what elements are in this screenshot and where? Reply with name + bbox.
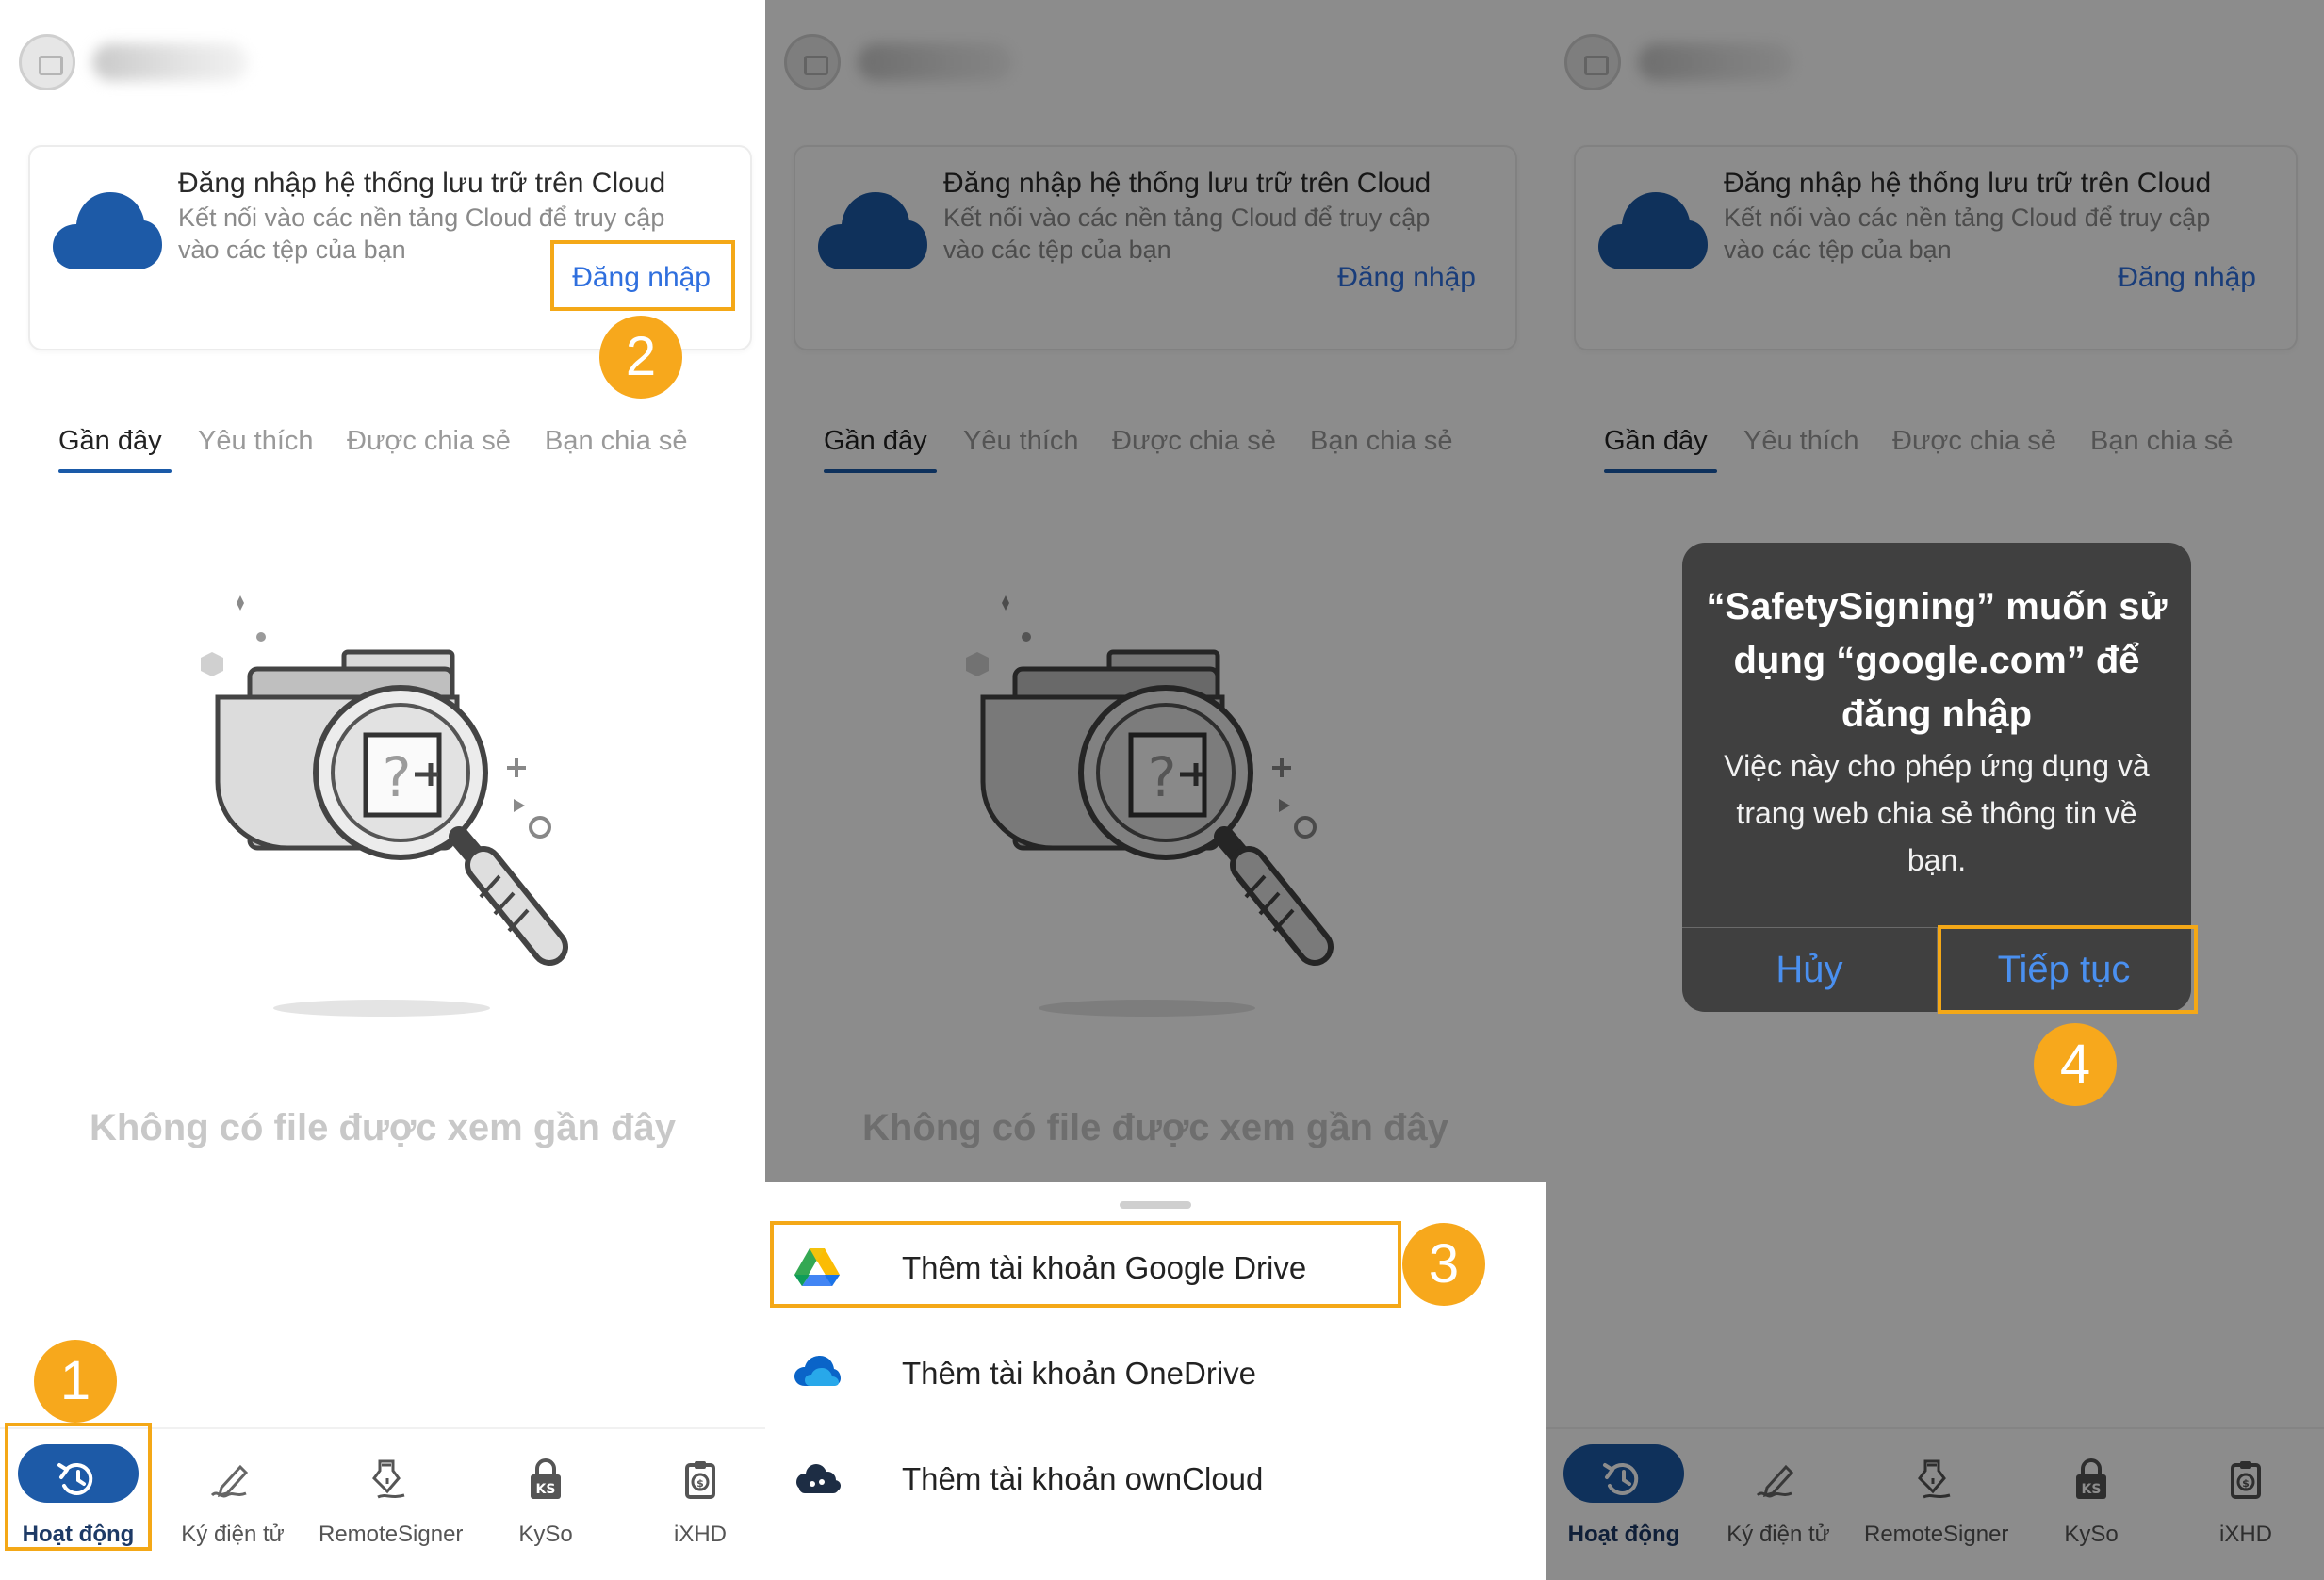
tab-shared-with-me[interactable]: Được chia sẻ bbox=[1112, 426, 1276, 457]
remote-sign-icon bbox=[1910, 1458, 1959, 1501]
tab-active-indicator bbox=[824, 469, 937, 473]
alert-message: Việc này cho phép ứng dụng và trang web … bbox=[1724, 749, 2150, 877]
invoice-icon bbox=[2221, 1458, 2270, 1501]
bottom-navigation: Hoạt động Ký điện tử RemoteSigner KySo i… bbox=[1546, 1427, 2324, 1580]
cloud-login-button[interactable]: Đăng nhập bbox=[2118, 262, 2256, 294]
nav-label: KySo bbox=[2064, 1522, 2119, 1547]
panel-step-3: Đăng nhập hệ thống lưu trữ trên Cloud Kế… bbox=[765, 0, 1546, 1580]
remote-sign-icon bbox=[365, 1458, 414, 1501]
tab-recent[interactable]: Gần đây bbox=[1604, 426, 1708, 457]
sheet-drag-handle[interactable] bbox=[1120, 1201, 1191, 1209]
blurred-username bbox=[1638, 43, 1793, 81]
cloud-card-title: Đăng nhập hệ thống lưu trữ trên Cloud bbox=[178, 168, 666, 199]
nav-label: iXHD bbox=[2218, 1522, 2272, 1547]
tab-recent[interactable]: Gần đây bbox=[824, 426, 927, 457]
nav-kyso[interactable]: KySo bbox=[475, 1429, 616, 1580]
nav-remote-signer[interactable]: RemoteSigner bbox=[1864, 1429, 2009, 1580]
sheet-item-label: Thêm tài khoản OneDrive bbox=[902, 1356, 1257, 1391]
alert-title: “SafetySigning” muốn sử dụng “google.com… bbox=[1706, 586, 2168, 735]
nav-hoat-dong[interactable]: Hoạt động bbox=[1553, 1429, 1694, 1580]
alert-cancel-button[interactable]: Hủy bbox=[1682, 927, 1937, 1012]
tab-shared-with-me[interactable]: Được chia sẻ bbox=[1892, 426, 2056, 457]
cloud-login-button[interactable]: Đăng nhập bbox=[572, 262, 711, 294]
cloud-icon bbox=[816, 187, 929, 275]
tab-active-indicator bbox=[58, 469, 172, 473]
blurred-username bbox=[92, 43, 248, 81]
onedrive-icon bbox=[794, 1352, 841, 1393]
signature-pen-icon bbox=[1754, 1458, 1803, 1501]
avatar[interactable] bbox=[19, 34, 75, 90]
add-owncloud-item[interactable]: Thêm tài khoản ownCloud bbox=[765, 1433, 1546, 1527]
cloud-card-description: Kết nối vào các nền tảng Cloud để truy c… bbox=[943, 204, 1431, 264]
cloud-login-card: Đăng nhập hệ thống lưu trữ trên Cloud Kế… bbox=[794, 145, 1517, 350]
empty-state-message: Không có file được xem gần đây bbox=[862, 1107, 1448, 1148]
nav-kyso[interactable]: KySo bbox=[2021, 1429, 2162, 1580]
cloud-icon bbox=[51, 187, 164, 275]
nav-label: Ký điện tử bbox=[181, 1522, 285, 1547]
panel-step-4: Đăng nhập hệ thống lưu trữ trên Cloud Kế… bbox=[1546, 0, 2324, 1580]
nav-ky-dien-tu[interactable]: Ký điện tử bbox=[162, 1429, 303, 1580]
step-badge-2: 2 bbox=[599, 316, 682, 399]
file-tabs: Gần đây Yêu thích Được chia sẻ Bạn chia … bbox=[28, 426, 763, 479]
nav-label: iXHD bbox=[673, 1522, 727, 1547]
avatar[interactable] bbox=[784, 34, 841, 90]
nav-label: RemoteSigner bbox=[1864, 1522, 2009, 1547]
signature-pen-icon bbox=[208, 1458, 257, 1501]
cloud-card-description: Kết nối vào các nền tảng Cloud để truy c… bbox=[178, 204, 665, 264]
history-icon bbox=[54, 1458, 103, 1501]
add-onedrive-item[interactable]: Thêm tài khoản OneDrive bbox=[765, 1328, 1546, 1422]
nav-label: Hoạt động bbox=[22, 1522, 135, 1547]
nav-remote-signer[interactable]: RemoteSigner bbox=[319, 1429, 464, 1580]
avatar[interactable] bbox=[1564, 34, 1621, 90]
nav-hoat-dong[interactable]: Hoạt động bbox=[8, 1429, 149, 1580]
nav-label: Ký điện tử bbox=[1727, 1522, 1830, 1547]
tab-recent[interactable]: Gần đây bbox=[58, 426, 162, 457]
empty-state-message: Không có file được xem gần đây bbox=[90, 1107, 676, 1148]
panel-step-1-2: Đăng nhập hệ thống lưu trữ trên Cloud Kế… bbox=[0, 0, 765, 1580]
step-badge-3: 3 bbox=[1402, 1223, 1485, 1306]
nav-label: KySo bbox=[518, 1522, 573, 1547]
ks-lock-icon bbox=[2067, 1458, 2116, 1501]
cloud-card-description: Kết nối vào các nền tảng Cloud để truy c… bbox=[1724, 204, 2211, 264]
tab-favorites[interactable]: Yêu thích bbox=[963, 426, 1079, 457]
sheet-item-label: Thêm tài khoản ownCloud bbox=[902, 1461, 1264, 1496]
alert-continue-button[interactable]: Tiếp tục bbox=[1937, 927, 2191, 1012]
cloud-icon bbox=[1596, 187, 1710, 275]
tab-shared-by-me[interactable]: Bạn chia sẻ bbox=[545, 426, 688, 457]
folder-search-icon bbox=[949, 565, 1373, 1018]
step-badge-1: 1 bbox=[34, 1340, 117, 1423]
bottom-navigation: Hoạt động Ký điện tử RemoteSigner KySo i… bbox=[0, 1427, 765, 1580]
history-icon bbox=[1599, 1458, 1648, 1501]
ks-lock-icon bbox=[521, 1458, 570, 1501]
sheet-item-label: Thêm tài khoản Google Drive bbox=[902, 1250, 1307, 1285]
cloud-card-title: Đăng nhập hệ thống lưu trữ trên Cloud bbox=[943, 168, 1432, 199]
nav-ixhd[interactable]: iXHD bbox=[630, 1429, 765, 1580]
tab-shared-with-me[interactable]: Được chia sẻ bbox=[347, 426, 511, 457]
nav-label: RemoteSigner bbox=[319, 1522, 464, 1547]
cloud-login-button[interactable]: Đăng nhập bbox=[1337, 262, 1476, 294]
folder-search-icon bbox=[184, 565, 608, 1018]
tab-favorites[interactable]: Yêu thích bbox=[1743, 426, 1859, 457]
tab-shared-by-me[interactable]: Bạn chia sẻ bbox=[2090, 426, 2234, 457]
nav-ixhd[interactable]: iXHD bbox=[2175, 1429, 2316, 1580]
file-tabs: Gần đây Yêu thích Được chia sẻ Bạn chia … bbox=[1574, 426, 2309, 479]
tab-shared-by-me[interactable]: Bạn chia sẻ bbox=[1310, 426, 1453, 457]
nav-ky-dien-tu[interactable]: Ký điện tử bbox=[1708, 1429, 1849, 1580]
file-tabs: Gần đây Yêu thích Được chia sẻ Bạn chia … bbox=[794, 426, 1529, 479]
cloud-card-title: Đăng nhập hệ thống lưu trữ trên Cloud bbox=[1724, 168, 2212, 199]
tab-favorites[interactable]: Yêu thích bbox=[198, 426, 314, 457]
invoice-icon bbox=[676, 1458, 725, 1501]
blurred-username bbox=[858, 43, 1013, 81]
owncloud-icon bbox=[794, 1458, 841, 1499]
tab-active-indicator bbox=[1604, 469, 1717, 473]
cloud-login-card: Đăng nhập hệ thống lưu trữ trên Cloud Kế… bbox=[1574, 145, 2298, 350]
google-drive-icon bbox=[794, 1246, 841, 1288]
sign-in-permission-alert: “SafetySigning” muốn sử dụng “google.com… bbox=[1682, 543, 2191, 1012]
step-badge-4: 4 bbox=[2034, 1023, 2117, 1106]
nav-label: Hoạt động bbox=[1567, 1522, 1680, 1547]
